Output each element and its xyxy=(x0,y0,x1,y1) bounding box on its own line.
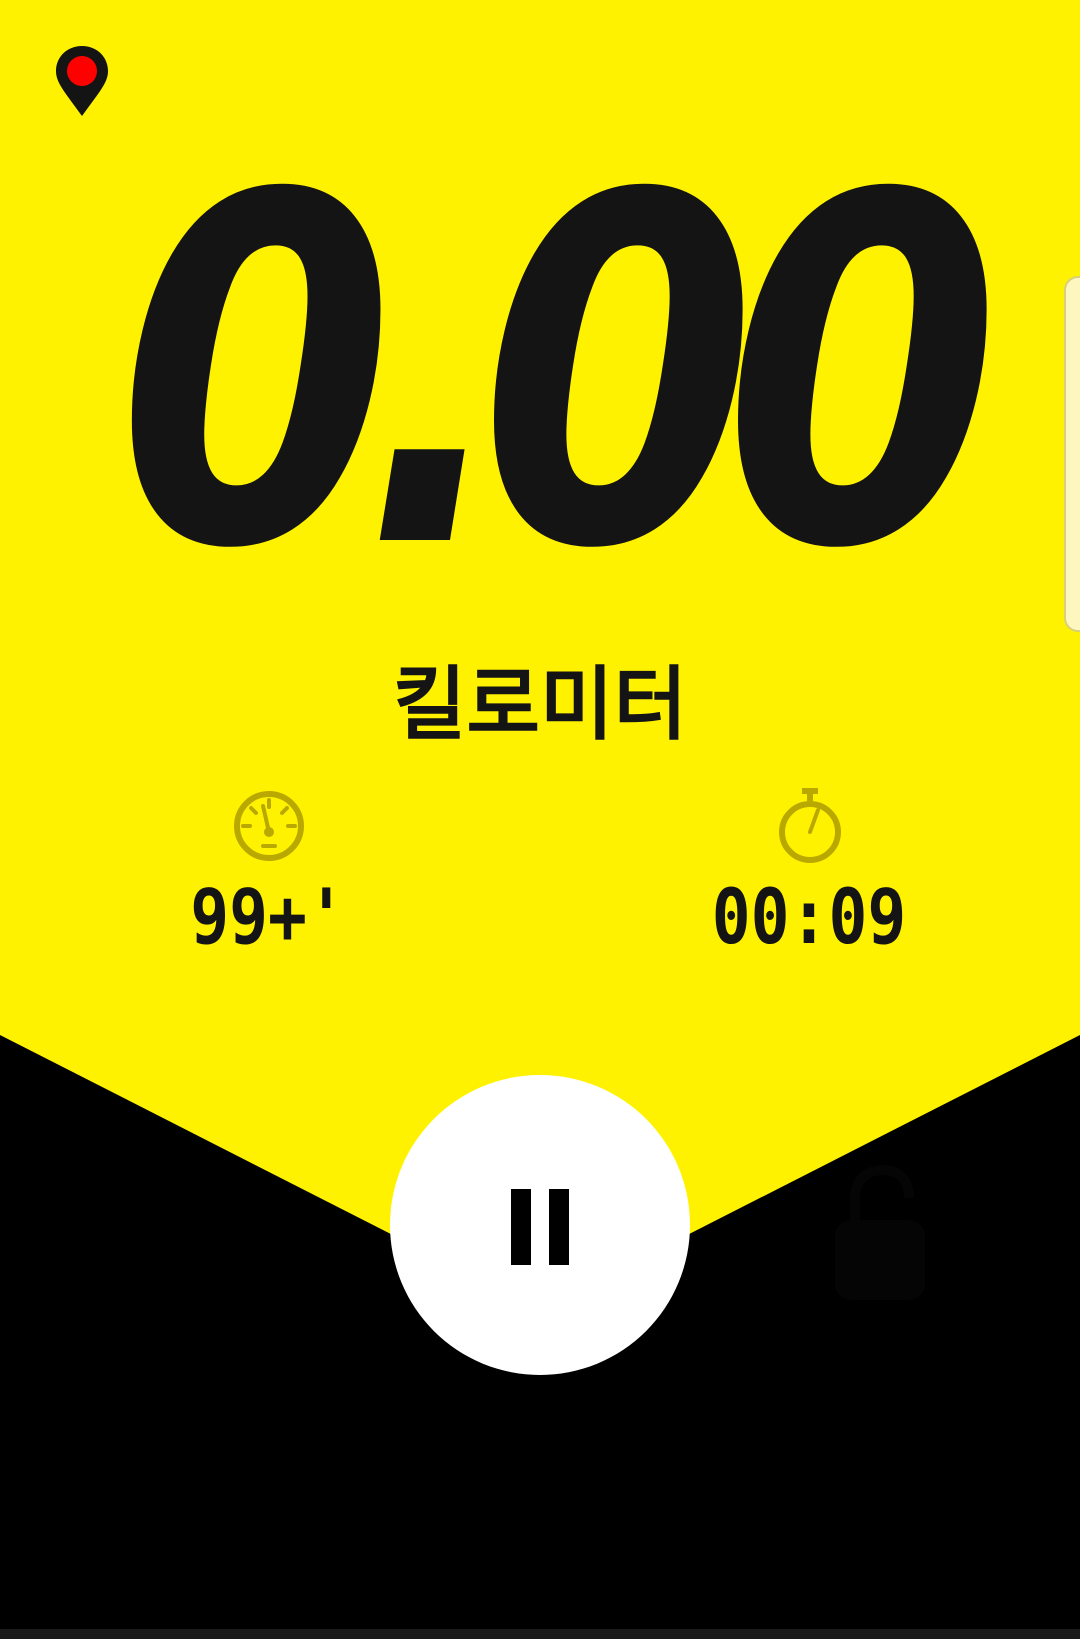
lock-icon xyxy=(835,1164,925,1300)
bottom-edge-bar xyxy=(0,1629,1080,1639)
stopwatch-icon xyxy=(779,788,841,863)
distance-unit-label: 킬로미터 xyxy=(392,658,688,751)
map-pin-icon xyxy=(56,46,108,116)
pause-button[interactable] xyxy=(390,1075,690,1375)
edge-panel-handle[interactable] xyxy=(1064,276,1080,632)
pace-value: 99+' xyxy=(190,872,346,961)
elapsed-time-value: 00:09 xyxy=(711,872,907,961)
speedometer-icon xyxy=(234,791,304,861)
lock-button[interactable] xyxy=(805,1150,945,1310)
pause-icon xyxy=(511,1189,569,1265)
distance-value: 0.00 xyxy=(117,95,1000,654)
